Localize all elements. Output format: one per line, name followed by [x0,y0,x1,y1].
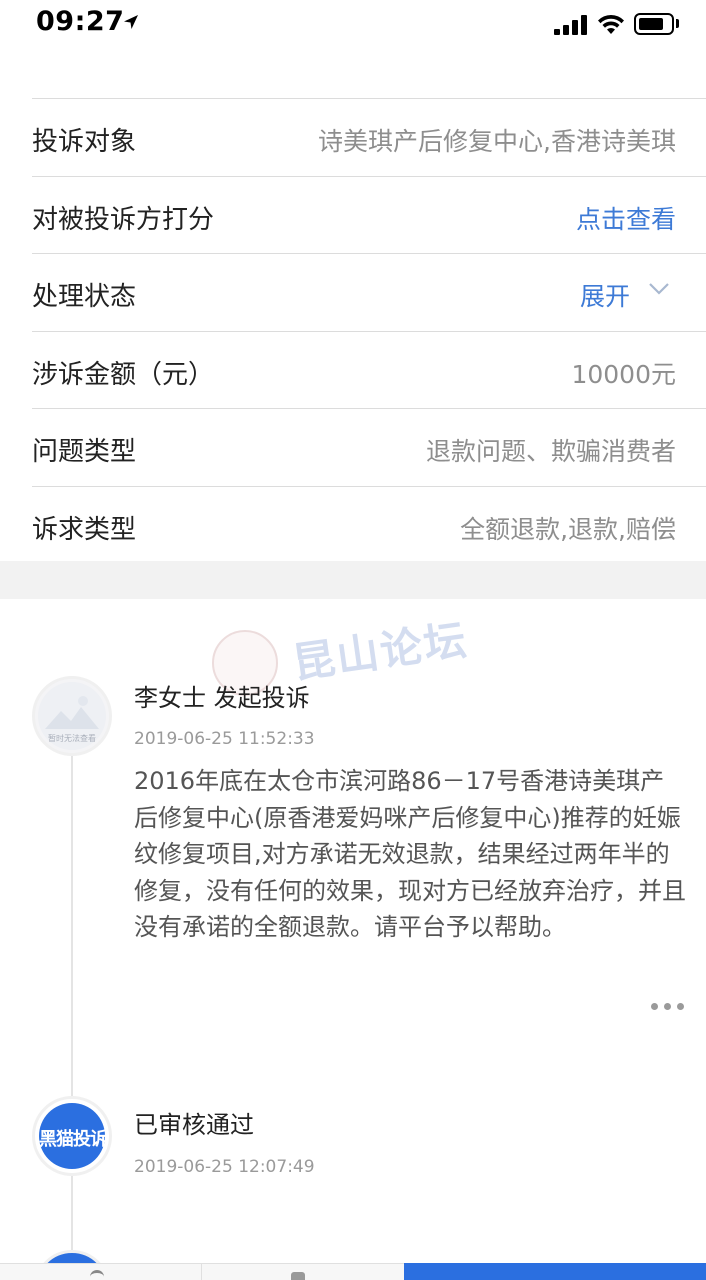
row-label: 诉求类型 [32,514,137,545]
section-divider [0,561,706,599]
timeline-line [71,740,73,1280]
row-value: 10000元 [571,359,676,389]
avatar-placeholder-text: 暂时无法查看 [48,734,96,743]
event-body: 2016年底在太仓市滨河路86－17号香港诗美琪产后修复中心(原香港爱妈咪产后修… [134,767,686,941]
row-label: 问题类型 [32,437,137,467]
share-button[interactable] [203,1264,404,1280]
share-icon [291,1272,305,1280]
watermark-text: 昆山论坛 [289,614,471,688]
row-issue-type: 问题类型 退款问题、欺骗消费者 [32,408,706,486]
platform-avatar: 黑猫投诉 [32,1096,112,1176]
platform-avatar-text: 黑猫投诉 [39,1129,108,1150]
view-rating-link[interactable]: 点击查看 [576,200,676,236]
row-amount: 涉诉金额（元） 10000元 [32,330,706,409]
row-label: 处理状态 [32,282,137,312]
expand-status-button[interactable]: 展开 [580,277,630,313]
cellular-signal-icon [554,15,588,35]
row-value: 全额退款,退款,赔偿 [460,514,676,544]
row-status[interactable]: 处理状态 展开 [32,253,706,331]
event-title: 李女士 发起投诉 [134,684,310,712]
event-time: 2019-06-25 12:07:49 [134,1157,315,1177]
more-options-icon[interactable] [651,1003,685,1013]
battery-cap [676,19,679,28]
watermark: 昆山论坛 [212,596,512,696]
avatar: 暂时无法查看 [32,676,112,756]
complaint-info-list: 投诉对象 诗美琪产后修复中心,香港诗美琪 对被投诉方打分 点击查看 处理状态 展… [0,98,706,563]
row-label: 涉诉金额（元） [32,359,215,390]
status-bar: 09:27 [0,0,706,52]
row-value: 退款问题、欺骗消费者 [425,437,676,466]
back-icon [90,1270,104,1280]
row-complaint-target: 投诉对象 诗美琪产后修复中心,香港诗美琪 [32,98,706,176]
row-label: 对被投诉方打分 [32,204,215,235]
row-value: 诗美琪产后修复中心,香港诗美琪 [318,127,676,156]
status-time: 09:27 [36,6,125,37]
chevron-down-icon[interactable] [648,282,670,296]
event-time: 2019-06-25 11:52:33 [134,729,315,749]
row-rating[interactable]: 对被投诉方打分 点击查看 [32,175,706,254]
location-arrow-icon [124,15,138,29]
row-label: 投诉对象 [32,127,137,157]
back-button[interactable] [0,1264,202,1280]
wifi-icon [598,14,624,34]
event-title: 已审核通过 [134,1111,254,1139]
primary-action-button[interactable] [404,1263,706,1280]
battery-icon [634,13,674,35]
row-demand-type: 诉求类型 全额退款,退款,赔偿 [32,485,706,564]
